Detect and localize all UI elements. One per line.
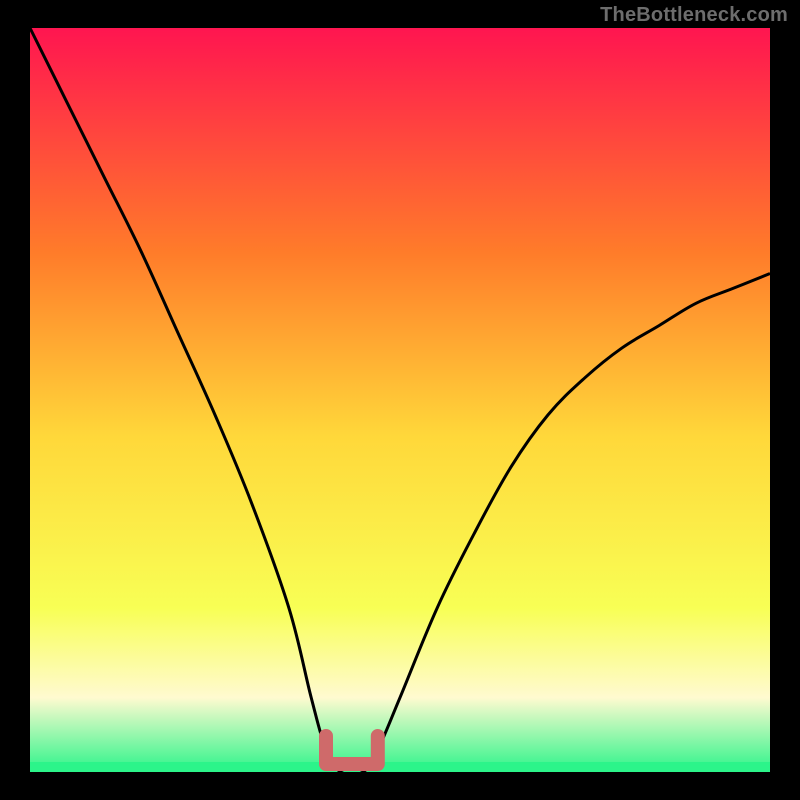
bottleneck-chart bbox=[0, 0, 800, 800]
gradient-background bbox=[30, 28, 770, 772]
baseline-band bbox=[30, 762, 770, 772]
watermark-text: TheBottleneck.com bbox=[600, 4, 788, 27]
chart-frame: TheBottleneck.com bbox=[0, 0, 800, 800]
